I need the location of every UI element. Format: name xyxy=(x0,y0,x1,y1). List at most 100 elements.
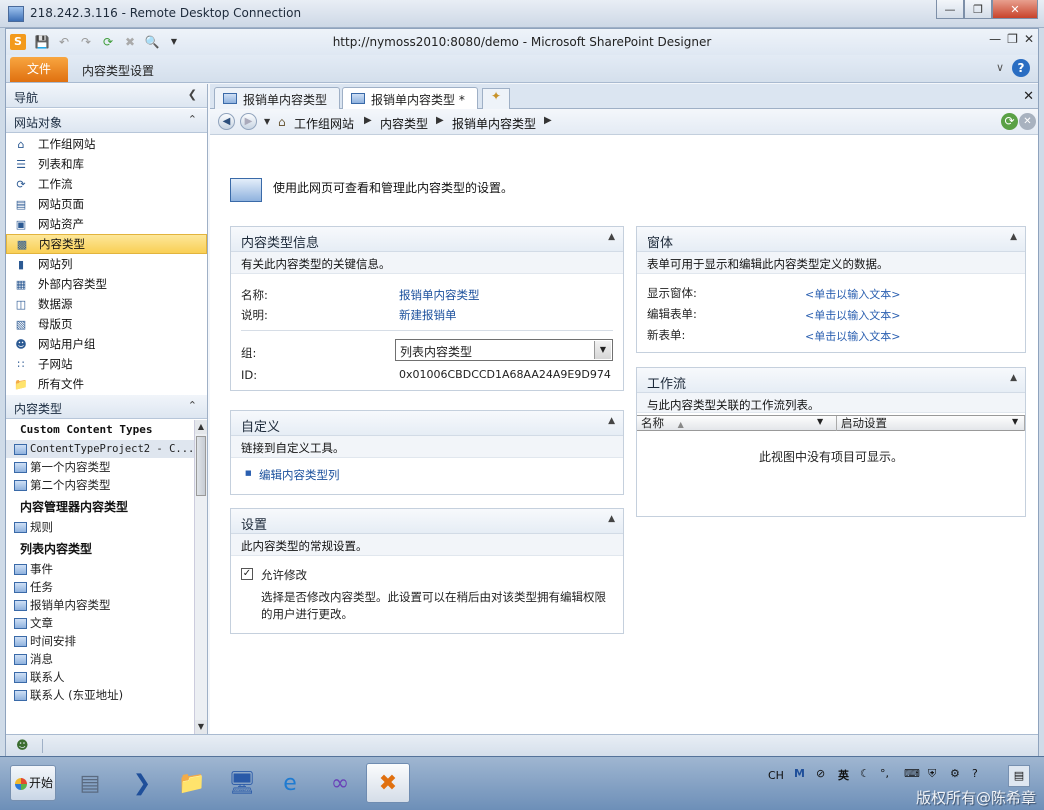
content-type-item[interactable]: 报销单内容类型 xyxy=(6,596,194,614)
site-objects-header[interactable]: 网站对象 ⌃ xyxy=(6,109,207,133)
breadcrumb-site[interactable]: 工作组网站 xyxy=(294,115,354,132)
forward-icon[interactable]: ▶ xyxy=(240,113,257,130)
half-width-icon[interactable]: ☾ xyxy=(860,767,870,780)
chevron-up-icon[interactable]: ⌃ xyxy=(188,399,197,412)
breadcrumb-current[interactable]: 报销单内容类型 xyxy=(452,115,536,132)
sharepoint-designer-taskbar-icon[interactable]: ✖ xyxy=(366,763,410,803)
stop-page-icon[interactable]: ✕ xyxy=(1019,113,1036,130)
collapse-panel-icon[interactable]: ▲ xyxy=(608,514,615,524)
tab-content-type-settings[interactable]: 内容类型设置 xyxy=(82,62,154,79)
allow-modify-checkbox[interactable]: ✓ xyxy=(241,568,253,580)
panel-header[interactable]: 工作流 ▲ xyxy=(637,368,1025,393)
chevron-down-icon[interactable]: ▼ xyxy=(1012,417,1018,426)
scroll-down-icon[interactable]: ▼ xyxy=(195,720,207,734)
ime-mode[interactable]: 英 xyxy=(838,767,849,783)
content-type-item[interactable]: 第二个内容类型 xyxy=(6,476,194,494)
language-indicator[interactable]: CH xyxy=(768,769,784,782)
sidebar-item[interactable]: ▧ 母版页 xyxy=(6,314,207,334)
keyboard-icon[interactable]: ⌨ xyxy=(904,767,920,780)
sidebar-item[interactable]: ▩ 内容类型 xyxy=(6,234,207,254)
internet-explorer-icon[interactable]: e xyxy=(268,763,312,803)
content-type-item[interactable]: 联系人 (东亚地址) xyxy=(6,686,194,704)
content-type-item[interactable]: 第一个内容类型 xyxy=(6,458,194,476)
collapse-panel-icon[interactable]: ▲ xyxy=(608,232,615,242)
file-tab[interactable]: 文件 xyxy=(10,57,68,82)
panel-header[interactable]: 设置 ▲ xyxy=(231,509,623,534)
settings-icon[interactable]: ⚙ xyxy=(950,767,960,780)
sidebar-item[interactable]: ∷ 子网站 xyxy=(6,354,207,374)
tab-expense-content-type-modified[interactable]: 报销单内容类型 * xyxy=(342,87,478,110)
restore-icon[interactable]: ❐ xyxy=(964,0,992,19)
network-icon[interactable]: 🖥 xyxy=(220,763,264,803)
explorer-folder-icon[interactable]: 📁 xyxy=(170,763,214,803)
sidebar-item[interactable]: ▤ 网站页面 xyxy=(6,194,207,214)
sidebar-item[interactable]: ☻ 网站用户组 xyxy=(6,334,207,354)
content-type-item[interactable]: 任务 xyxy=(6,578,194,596)
content-type-item[interactable]: 规则 xyxy=(6,518,194,536)
content-types-scrollbar[interactable]: ▲ ▼ xyxy=(194,420,207,734)
close-document-icon[interactable]: ✕ xyxy=(1023,89,1034,104)
refresh-page-icon[interactable]: ⟳ xyxy=(1001,113,1018,130)
close-icon[interactable]: ✕ xyxy=(1024,32,1034,46)
punctuation-icon[interactable]: °, xyxy=(880,767,889,780)
breadcrumb-separator-icon[interactable]: ▶ xyxy=(436,115,444,126)
breadcrumb-separator-icon[interactable]: ▶ xyxy=(364,115,372,126)
ime-icon[interactable]: M xyxy=(794,767,805,780)
content-type-item[interactable]: ContentTypeProject2 - C... xyxy=(6,440,194,458)
start-button[interactable]: 开始 xyxy=(10,765,56,801)
new-tab-icon[interactable]: ✦ xyxy=(482,88,510,109)
sidebar-item[interactable]: 📁 所有文件 xyxy=(6,374,207,394)
minimize-icon[interactable]: — xyxy=(989,32,1001,46)
group-select[interactable]: 列表内容类型 ▼ xyxy=(395,339,613,361)
help-icon[interactable]: ? xyxy=(1012,59,1030,77)
scroll-thumb[interactable] xyxy=(196,436,206,496)
back-icon[interactable]: ◀ xyxy=(218,113,235,130)
content-type-item[interactable]: 消息 xyxy=(6,650,194,668)
edit-form-input[interactable]: <单击以输入文本> xyxy=(805,307,900,323)
name-value-link[interactable]: 报销单内容类型 xyxy=(399,287,480,303)
panel-header[interactable]: 内容类型信息 ▲ xyxy=(231,227,623,252)
sidebar-item[interactable]: ◫ 数据源 xyxy=(6,294,207,314)
column-start-settings-header[interactable]: 启动设置 xyxy=(837,416,1025,431)
chevron-up-icon[interactable]: ⌃ xyxy=(188,113,197,126)
restore-icon[interactable]: ❐ xyxy=(1007,32,1018,46)
scroll-up-icon[interactable]: ▲ xyxy=(195,420,207,434)
shield-icon[interactable]: ⛨ xyxy=(928,767,936,781)
content-types-header[interactable]: 内容类型 ⌃ xyxy=(6,395,207,419)
chevron-down-icon[interactable]: ▼ xyxy=(817,417,823,426)
content-type-item[interactable]: 时间安排 xyxy=(6,632,194,650)
content-type-item[interactable]: 文章 xyxy=(6,614,194,632)
new-form-input[interactable]: <单击以输入文本> xyxy=(805,328,900,344)
sidebar-item[interactable]: ⌂ 工作组网站 xyxy=(6,134,207,154)
collapse-panel-icon[interactable]: ▲ xyxy=(1010,373,1017,383)
content-type-item[interactable]: 联系人 xyxy=(6,668,194,686)
powershell-icon[interactable]: ❯ xyxy=(120,763,164,803)
no-entry-icon[interactable]: ⊘ xyxy=(816,767,825,780)
sidebar-item[interactable]: ☰ 列表和库 xyxy=(6,154,207,174)
tab-expense-content-type[interactable]: 报销单内容类型 xyxy=(214,87,340,109)
minimize-icon[interactable]: — xyxy=(936,0,964,19)
description-value-link[interactable]: 新建报销单 xyxy=(399,307,457,323)
server-manager-icon[interactable]: ▤ xyxy=(68,763,112,803)
breadcrumb-content-types[interactable]: 内容类型 xyxy=(380,115,428,132)
visual-studio-icon[interactable]: ∞ xyxy=(318,763,362,803)
sidebar-item[interactable]: ⟳ 工作流 xyxy=(6,174,207,194)
content-type-item[interactable]: 事件 xyxy=(6,560,194,578)
history-dropdown-icon[interactable]: ▼ xyxy=(264,117,270,126)
collapse-nav-icon[interactable]: ❮ xyxy=(188,88,197,101)
sidebar-item[interactable]: ▣ 网站资产 xyxy=(6,214,207,234)
panel-header[interactable]: 自定义 ▲ xyxy=(231,411,623,436)
collapse-ribbon-icon[interactable]: ∨ xyxy=(996,61,1004,74)
show-desktop-icon[interactable]: ▤ xyxy=(1008,765,1030,787)
help-tray-icon[interactable]: ? xyxy=(972,767,978,780)
chevron-down-icon[interactable]: ▼ xyxy=(594,341,611,359)
collapse-panel-icon[interactable]: ▲ xyxy=(608,416,615,426)
column-name-header[interactable]: 名称 ▲ xyxy=(637,416,837,431)
edit-content-type-columns-link[interactable]: 编辑内容类型列 xyxy=(259,467,340,483)
collapse-panel-icon[interactable]: ▲ xyxy=(1010,232,1017,242)
sidebar-item[interactable]: ▦ 外部内容类型 xyxy=(6,274,207,294)
panel-header[interactable]: 窗体 ▲ xyxy=(637,227,1025,252)
sidebar-item[interactable]: ▮ 网站列 xyxy=(6,254,207,274)
user-status-icon[interactable]: ☻ xyxy=(16,738,29,752)
close-icon[interactable]: ✕ xyxy=(992,0,1038,19)
